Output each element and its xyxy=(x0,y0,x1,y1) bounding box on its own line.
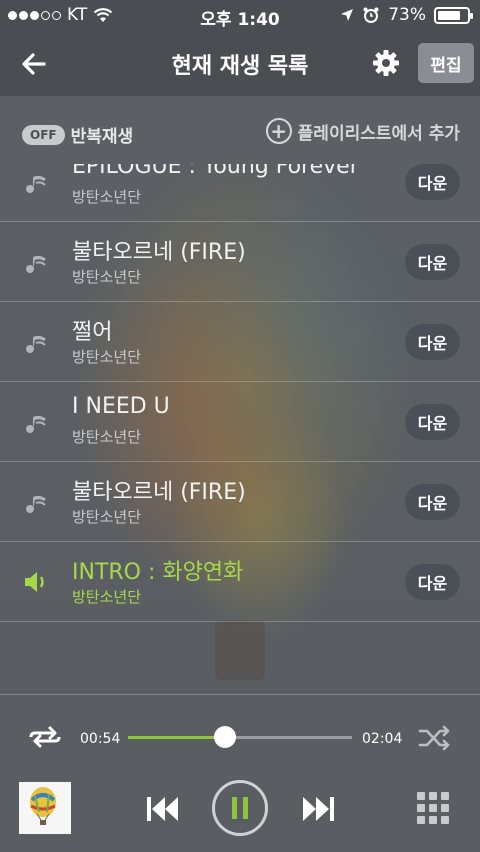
download-button[interactable]: 다운 xyxy=(405,404,460,440)
page-title: 현재 재생 목록 xyxy=(171,54,309,79)
status-bar: KT 오후 1:40 73% xyxy=(0,0,480,30)
previous-track-icon[interactable] xyxy=(145,795,181,823)
playlist-row[interactable]: EPILOGUE : Young Forever 방탄소년단 다운 xyxy=(0,164,480,222)
playlist-row[interactable]: 불타오르네 (FIRE) 방탄소년단 다운 xyxy=(0,222,480,302)
playlist-controls: OFF 반복재생 + 플레이리스트에서 추가 xyxy=(0,96,480,164)
speaker-playing-icon xyxy=(25,572,44,592)
grid-menu-icon[interactable] xyxy=(417,792,449,824)
track-artist: 방탄소년단 xyxy=(72,188,142,206)
pause-icon xyxy=(232,797,248,819)
download-button[interactable]: 다운 xyxy=(405,164,460,200)
album-art-thumbnail[interactable] xyxy=(19,782,71,834)
repeat-label: 반복재생 xyxy=(70,127,134,147)
add-from-playlist-label: 플레이리스트에서 추가 xyxy=(297,123,460,144)
repeat-icon[interactable] xyxy=(27,723,63,751)
plus-circle-icon: + xyxy=(265,118,292,144)
playlist: EPILOGUE : Young Forever 방탄소년단 다운 불타오르네 (F… xyxy=(0,164,480,694)
total-time: 02:04 xyxy=(362,731,403,747)
download-button[interactable]: 다운 xyxy=(405,484,460,520)
next-track-icon[interactable] xyxy=(300,795,336,823)
battery-percent: 73% xyxy=(388,5,426,25)
track-artist: 방탄소년단 xyxy=(72,268,142,286)
alarm-clock-icon xyxy=(363,7,379,23)
download-button[interactable]: 다운 xyxy=(405,324,460,360)
playlist-row[interactable]: INTRO : 화양연화방탄소년단 다운 xyxy=(0,542,480,622)
download-button[interactable]: 다운 xyxy=(405,244,460,280)
battery-icon xyxy=(434,6,473,24)
track-artist: 방탄소년단 xyxy=(72,508,142,526)
music-note-icon xyxy=(26,335,46,353)
track-artist: 방탄소년단 xyxy=(72,588,142,606)
progress-fill xyxy=(128,736,226,739)
pause-button[interactable] xyxy=(212,780,268,836)
track-title: 불타오르네 (FIRE) xyxy=(72,240,246,265)
playlist-row[interactable]: 쩔어방탄소년단 다운 xyxy=(0,302,480,382)
track-title: EPILOGUE : Young Forever xyxy=(72,164,359,179)
edit-button[interactable]: 편집 xyxy=(418,43,474,83)
music-note-icon xyxy=(26,415,46,433)
track-title: 쩔어 xyxy=(72,320,113,345)
header-bar: 현재 재생 목록 편집 xyxy=(0,30,480,96)
track-artist: 방탄소년단 xyxy=(72,428,142,446)
progress-knob[interactable] xyxy=(214,726,237,748)
gear-icon[interactable] xyxy=(370,47,402,79)
download-button[interactable]: 다운 xyxy=(405,564,460,600)
progress-slider[interactable] xyxy=(128,726,352,748)
player-bar: 00:54 02:04 xyxy=(0,694,480,852)
music-note-icon xyxy=(26,175,46,193)
track-artist: 방탄소년단 xyxy=(72,348,142,366)
music-note-icon xyxy=(26,255,46,273)
current-time: 00:54 xyxy=(80,731,121,747)
track-title: I NEED U xyxy=(72,394,170,419)
track-title: INTRO : 화양연화 xyxy=(72,560,244,585)
add-from-playlist-button[interactable]: + 플레이리스트에서 추가 xyxy=(265,118,460,144)
track-title: 불타오르네 (FIRE) xyxy=(72,480,246,505)
playlist-row[interactable]: 불타오르네 (FIRE) 방탄소년단 다운 xyxy=(0,462,480,542)
repeat-state-pill: OFF xyxy=(22,124,65,145)
repeat-toggle[interactable]: OFF 반복재생 xyxy=(22,122,133,147)
hot-air-balloon-icon xyxy=(19,782,71,834)
shuffle-icon[interactable] xyxy=(418,725,452,751)
music-note-icon xyxy=(26,495,46,513)
playlist-row[interactable]: I NEED U 방탄소년단 다운 xyxy=(0,382,480,462)
location-arrow-icon xyxy=(341,9,354,21)
